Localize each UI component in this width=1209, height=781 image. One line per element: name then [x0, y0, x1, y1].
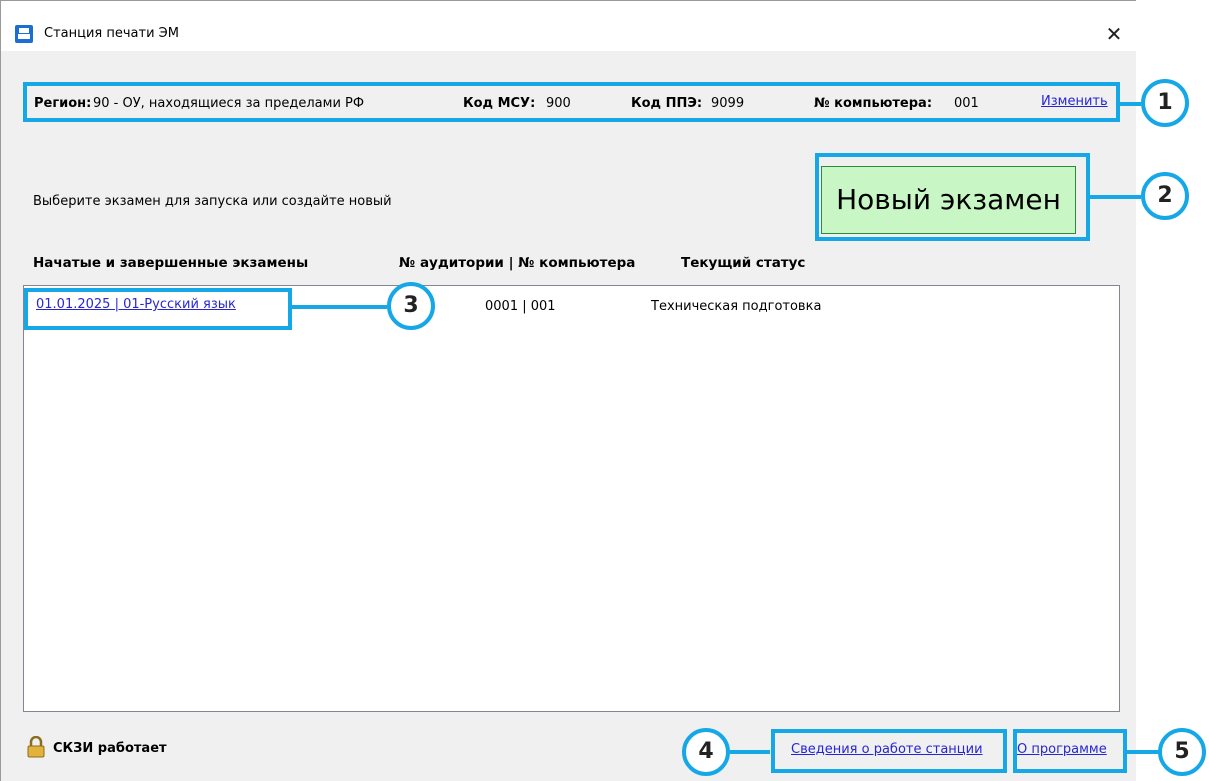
printer-icon	[15, 25, 33, 43]
column-header-room-computer: № аудитории | № компьютера	[399, 255, 636, 271]
ppe-value: 9099	[711, 96, 745, 111]
callout-5: 5	[1158, 728, 1206, 776]
callout-connector-4	[730, 750, 770, 754]
callout-connector-5	[1126, 750, 1158, 754]
exam-list[interactable]: 01.01.2025 | 01-Русский язык 0001 | 001 …	[23, 285, 1120, 712]
station-info-link[interactable]: Сведения о работе станции	[791, 742, 983, 757]
room-computer-cell: 0001 | 001	[485, 299, 556, 314]
prompt-text: Выберите экзамен для запуска или создайт…	[33, 194, 392, 209]
computer-number-value: 001	[954, 96, 979, 111]
callout-1: 1	[1141, 79, 1189, 127]
about-link[interactable]: О программе	[1017, 742, 1107, 757]
msu-value: 900	[546, 96, 571, 111]
new-exam-button[interactable]: Новый экзамен	[821, 166, 1076, 234]
msu-label: Код МСУ:	[463, 96, 536, 111]
app-window: Станция печати ЭМ ✕ Регион: 90 - ОУ, нах…	[0, 0, 1136, 781]
highlight-frame-exam	[24, 288, 292, 330]
title-bar: Станция печати ЭМ ✕	[1, 1, 1136, 51]
region-value: 90 - ОУ, находящиеся за пределами РФ	[93, 96, 365, 111]
callout-connector-3	[291, 305, 387, 309]
change-link[interactable]: Изменить	[1041, 94, 1108, 109]
close-icon[interactable]: ✕	[1099, 19, 1129, 49]
column-header-exams: Начатые и завершенные экзамены	[33, 255, 309, 271]
crypto-status-text: СКЗИ работает	[53, 741, 167, 756]
callout-3: 3	[387, 282, 435, 330]
window-title: Станция печати ЭМ	[44, 26, 179, 41]
region-label: Регион:	[34, 96, 92, 111]
column-header-status: Текущий статус	[681, 255, 806, 271]
lock-icon	[27, 736, 45, 758]
callout-4: 4	[682, 728, 730, 776]
ppe-label: Код ППЭ:	[631, 96, 703, 111]
callout-connector-2	[1089, 195, 1141, 199]
station-info-bar: Регион: 90 - ОУ, находящиеся за пределам…	[23, 82, 1120, 122]
computer-number-label: № компьютера:	[814, 96, 933, 111]
status-cell: Техническая подготовка	[651, 299, 822, 314]
callout-connector-1	[1119, 102, 1141, 106]
callout-2: 2	[1141, 172, 1189, 220]
